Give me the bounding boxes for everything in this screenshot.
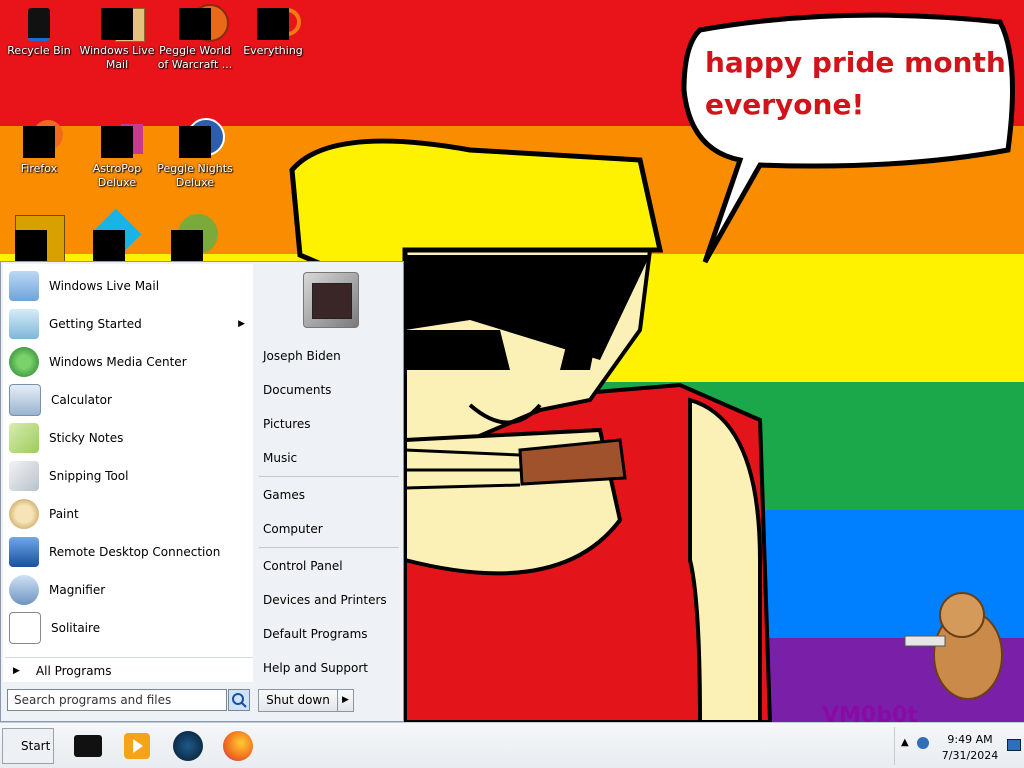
media-player-icon[interactable] bbox=[121, 729, 155, 763]
desktop-icon-everything[interactable]: Everything bbox=[235, 8, 311, 58]
places-computer[interactable]: Computer bbox=[263, 515, 399, 543]
globe-icon[interactable] bbox=[171, 729, 205, 763]
peggle-nights-icon bbox=[179, 118, 225, 158]
shutdown-button[interactable]: Shut down bbox=[258, 689, 338, 712]
places-user-folder[interactable]: Joseph Biden bbox=[263, 342, 399, 370]
start-menu: Windows Live Mail Getting Started ▶ Wind… bbox=[0, 261, 404, 722]
places-help-support[interactable]: Help and Support bbox=[263, 654, 399, 682]
program-magnifier[interactable]: Magnifier bbox=[9, 573, 249, 607]
desktop-icon-peggle-nights[interactable]: Peggle Nights Deluxe bbox=[157, 118, 233, 190]
program-label: Solitaire bbox=[51, 621, 101, 635]
desktop-icon-label: AstroPop Deluxe bbox=[92, 162, 142, 189]
places-games[interactable]: Games bbox=[263, 481, 399, 509]
all-programs-label: All Programs bbox=[35, 664, 112, 678]
system-tray: ▲ 9:49 AM 7/31/2024 bbox=[894, 727, 1023, 765]
search-glyph bbox=[232, 693, 247, 708]
redaction-box bbox=[171, 230, 203, 261]
shutdown-options-arrow-icon[interactable]: ▶ bbox=[337, 689, 354, 712]
speech-text-line1: happy pride month bbox=[705, 46, 1006, 79]
program-label: Calculator bbox=[51, 393, 112, 407]
desktop-icon-recycle-bin[interactable]: Recycle Bin bbox=[1, 8, 77, 58]
clock-time[interactable]: 9:49 AM bbox=[935, 733, 1005, 746]
program-paint[interactable]: Paint bbox=[9, 497, 249, 531]
all-programs-button[interactable]: ▶ All Programs bbox=[5, 657, 253, 684]
redaction-box bbox=[93, 230, 125, 261]
divider bbox=[259, 476, 399, 477]
desktop-icon-label: Firefox bbox=[20, 162, 58, 175]
program-label: Sticky Notes bbox=[49, 431, 124, 445]
desktop-icon-firefox[interactable]: Firefox bbox=[1, 120, 77, 176]
program-windows-live-mail[interactable]: Windows Live Mail bbox=[9, 269, 249, 303]
everything-search-icon bbox=[257, 8, 301, 40]
redaction-box bbox=[15, 230, 47, 261]
media-center-icon bbox=[9, 347, 39, 377]
network-icon[interactable] bbox=[917, 737, 929, 749]
places-pictures[interactable]: Pictures bbox=[263, 410, 399, 438]
peggle-icon bbox=[179, 4, 229, 42]
firefox-icon[interactable] bbox=[221, 729, 255, 763]
program-solitaire[interactable]: Solitaire bbox=[9, 611, 249, 645]
start-menu-programs-pane: Windows Live Mail Getting Started ▶ Wind… bbox=[3, 264, 253, 682]
terminal-icon[interactable] bbox=[72, 729, 106, 763]
triangle-right-icon: ▶ bbox=[13, 666, 20, 676]
desktop-icon-label: Everything bbox=[243, 44, 303, 57]
submenu-arrow-icon: ▶ bbox=[238, 319, 245, 329]
calculator-icon bbox=[9, 384, 41, 416]
desktop-icon-label: Peggle World of Warcraft ... bbox=[157, 44, 233, 71]
search-input[interactable]: Search programs and files bbox=[7, 689, 227, 711]
clock-date[interactable]: 7/31/2024 bbox=[935, 749, 1005, 762]
firefox-icon bbox=[23, 120, 63, 158]
taskbar: Start ▲ 9:49 AM 7/31/2024 bbox=[0, 722, 1024, 768]
start-menu-places-pane: Joseph Biden Documents Pictures Music Ga… bbox=[255, 264, 403, 682]
desktop-icon-windows-live-mail[interactable]: Windows Live Mail bbox=[79, 8, 155, 72]
show-hidden-icons-icon[interactable]: ▲ bbox=[901, 737, 909, 748]
program-label: Magnifier bbox=[49, 583, 106, 597]
start-label: Start bbox=[21, 739, 51, 753]
desktop-icon-label: Windows Live Mail bbox=[79, 44, 155, 71]
magnifier-icon bbox=[9, 575, 39, 605]
program-windows-media-center[interactable]: Windows Media Center bbox=[9, 345, 249, 379]
program-label: Paint bbox=[49, 507, 79, 521]
divider bbox=[259, 547, 399, 548]
program-label: Getting Started bbox=[49, 317, 142, 331]
program-snipping-tool[interactable]: Snipping Tool bbox=[9, 459, 249, 493]
program-getting-started[interactable]: Getting Started ▶ bbox=[9, 307, 249, 341]
wallpaper-watermark: VM0b0t bbox=[822, 703, 918, 722]
sticky-notes-icon bbox=[9, 423, 39, 453]
program-label: Snipping Tool bbox=[49, 469, 129, 483]
paint-icon bbox=[9, 499, 39, 529]
astropop-icon bbox=[101, 124, 143, 158]
program-sticky-notes[interactable]: Sticky Notes bbox=[9, 421, 249, 455]
places-documents[interactable]: Documents bbox=[263, 376, 399, 404]
snipping-tool-icon bbox=[9, 461, 39, 491]
desktop-icon-label: Recycle Bin bbox=[7, 44, 71, 57]
user-avatar[interactable] bbox=[303, 272, 359, 328]
desktop-icon-label: Peggle Nights Deluxe bbox=[157, 162, 233, 189]
recycle-bin-icon bbox=[23, 8, 55, 41]
program-label: Windows Media Center bbox=[49, 355, 187, 369]
mail-icon bbox=[101, 8, 145, 42]
program-label: Windows Live Mail bbox=[49, 279, 160, 293]
places-default-programs[interactable]: Default Programs bbox=[263, 620, 399, 648]
program-label: Remote Desktop Connection bbox=[49, 545, 221, 559]
remote-desktop-icon bbox=[9, 537, 39, 567]
desktop-icon-astropop[interactable]: AstroPop Deluxe bbox=[79, 124, 155, 190]
places-music[interactable]: Music bbox=[263, 444, 399, 472]
speech-text-line2: everyone! bbox=[705, 88, 864, 121]
mail-icon bbox=[9, 271, 39, 301]
show-desktop-icon[interactable] bbox=[1007, 739, 1021, 751]
places-devices-printers[interactable]: Devices and Printers bbox=[263, 586, 399, 614]
start-button[interactable]: Start bbox=[2, 728, 54, 764]
solitaire-icon bbox=[9, 612, 41, 644]
hamster-item bbox=[904, 635, 946, 647]
program-calculator[interactable]: Calculator bbox=[9, 383, 249, 417]
desktop-icon-peggle-wow[interactable]: Peggle World of Warcraft ... bbox=[157, 4, 233, 72]
places-control-panel[interactable]: Control Panel bbox=[263, 552, 399, 580]
getting-started-icon bbox=[9, 309, 39, 339]
hamster-head bbox=[939, 592, 985, 638]
search-icon[interactable] bbox=[228, 689, 250, 711]
program-remote-desktop[interactable]: Remote Desktop Connection bbox=[9, 535, 249, 569]
